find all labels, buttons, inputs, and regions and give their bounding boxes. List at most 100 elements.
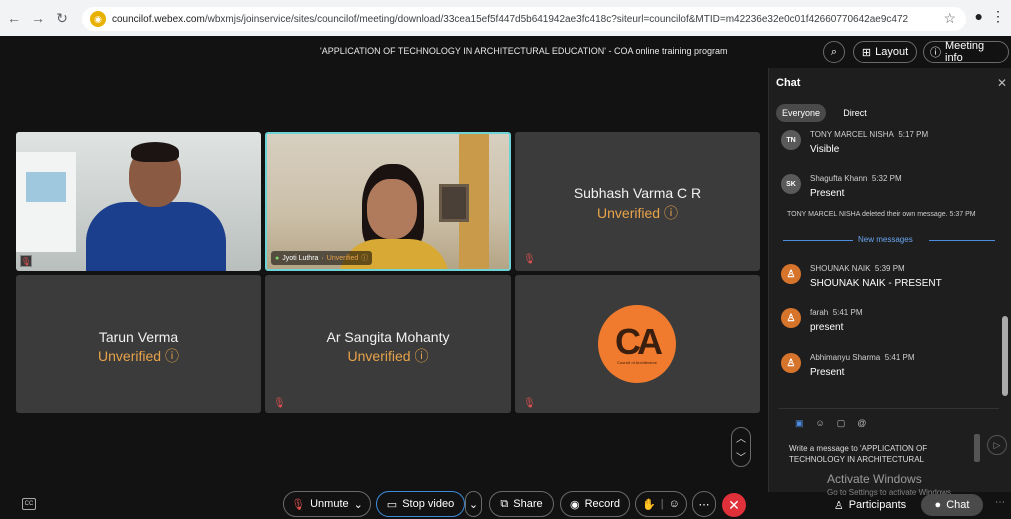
muted-mic-icon: 🎙: [523, 254, 536, 265]
info-shield-icon: ⓘ: [930, 47, 941, 59]
stop-video-button[interactable]: ▭ Stop video: [376, 491, 465, 517]
video-tile-coa[interactable]: CA Council of Architecture 🎙: [515, 275, 760, 413]
more-options-button[interactable]: ⋯: [692, 491, 716, 517]
composer-toolbar: ▣ ☺ ▢ @: [795, 418, 866, 429]
video-tile-jyoti[interactable]: ● Jyoti Luthra · Unverified ⓘ: [265, 132, 511, 271]
message-text: present: [810, 322, 844, 333]
mention-icon[interactable]: @: [857, 418, 866, 429]
share-label: Share: [513, 498, 543, 510]
format-text-icon[interactable]: ▣: [795, 418, 804, 429]
participant-hair: [131, 142, 179, 162]
tab-everyone[interactable]: Everyone: [776, 104, 826, 122]
close-icon[interactable]: ✕: [997, 76, 1007, 90]
unmute-button[interactable]: 🎙 Unmute ⌄: [283, 491, 371, 517]
avatar: SK: [781, 174, 801, 194]
back-icon[interactable]: ←: [4, 8, 24, 28]
participants-icon: ♙: [833, 499, 844, 512]
kebab-menu-icon[interactable]: ⋮: [991, 8, 1005, 25]
url-host: councilof.webex.com: [112, 13, 205, 25]
group-separator: |: [660, 498, 664, 510]
more-dots-icon[interactable]: ⋯: [995, 497, 1005, 508]
avatar: TN: [781, 130, 801, 150]
reaction-emoji-icon[interactable]: ☺: [669, 498, 680, 510]
help-icon: ⓘ: [361, 255, 369, 262]
emoji-icon[interactable]: ☺: [816, 418, 825, 429]
chat-title: Chat: [776, 77, 801, 89]
chevron-up-icon[interactable]: ︿: [736, 430, 746, 445]
video-options-button[interactable]: ⌄: [465, 491, 482, 517]
composer-scrollbar[interactable]: [974, 434, 980, 462]
message-sender: Shagufta Khann: [810, 174, 868, 183]
video-tile-sangita[interactable]: Ar Sangita Mohanty Unverified ⓘ 🎙: [265, 275, 511, 413]
background-shelf: [16, 152, 76, 252]
message-text: SHOUNAK NAIK - PRESENT: [810, 278, 942, 289]
forward-icon[interactable]: →: [28, 8, 48, 28]
participant-face: [367, 179, 417, 239]
coa-logo-mark: CA: [615, 320, 663, 362]
scrollbar-thumb[interactable]: [1002, 316, 1008, 396]
participant-body: [86, 202, 226, 271]
share-button[interactable]: ⧉ Share: [489, 491, 554, 517]
help-icon: ⓘ: [414, 348, 429, 364]
tile-scroll-control[interactable]: ︿ ﹀: [731, 427, 751, 467]
status-text: Unverified: [347, 348, 411, 364]
chevron-down-icon[interactable]: ﹀: [736, 449, 746, 464]
muted-mic-icon: 🎙: [20, 255, 32, 267]
reload-icon[interactable]: ↻: [52, 8, 72, 28]
background-poster: [26, 172, 66, 202]
composer-divider: [779, 408, 999, 409]
participant-status: Unverified ⓘ: [515, 203, 760, 223]
participant-name-label: ● Jyoti Luthra · Unverified ⓘ: [271, 251, 373, 265]
video-tile-subhash[interactable]: Subhash Varma C R Unverified ⓘ 🎙: [515, 132, 760, 271]
closed-captions-icon[interactable]: CC: [22, 498, 36, 510]
raise-hand-icon[interactable]: ✋: [642, 498, 656, 511]
message-meta: TONY MARCEL NISHA 5:17 PM: [810, 130, 928, 139]
share-screen-icon: ⧉: [500, 497, 509, 510]
send-icon: ▷: [993, 439, 1001, 450]
muted-mic-icon: 🎙: [273, 398, 286, 409]
participants-button[interactable]: ♙ Participants: [828, 494, 912, 516]
layout-button[interactable]: ⊞ Layout: [853, 41, 917, 63]
help-icon: ⓘ: [663, 205, 678, 221]
more-dots-icon: ⋯: [698, 498, 710, 511]
attach-file-icon[interactable]: ▢: [837, 418, 846, 429]
chat-button[interactable]: ● Chat: [921, 494, 983, 516]
new-messages-label: New messages: [858, 235, 913, 244]
record-button[interactable]: ◉ Record: [560, 491, 630, 517]
profile-icon[interactable]: ●: [975, 8, 983, 25]
chat-label: Chat: [946, 499, 970, 511]
active-mic-icon: ●: [275, 254, 280, 262]
message-input[interactable]: Write a message to 'APPLICATION OF TECHN…: [789, 443, 969, 465]
url-text: councilof.webex.com/wbxmjs/joinservice/s…: [112, 14, 908, 25]
reactions-group[interactable]: ✋ | ☺: [635, 491, 687, 517]
participant-status: Unverified ⓘ: [16, 346, 261, 366]
status-text: Unverified: [597, 205, 661, 221]
coa-logo-sub: Council of Architecture: [616, 359, 658, 365]
divider-line: [783, 240, 853, 241]
coa-logo: CA Council of Architecture: [598, 305, 676, 383]
user-avatar-icon: ♙: [781, 264, 801, 284]
help-icon: ⓘ: [164, 348, 179, 364]
message-text: Visible: [810, 144, 840, 155]
record-label: Record: [584, 498, 621, 510]
status-text: Unverified: [98, 348, 162, 364]
chevron-down-icon: ⌄: [468, 498, 479, 511]
chevron-down-icon[interactable]: ⌄: [354, 498, 363, 511]
end-call-button[interactable]: ✕: [722, 493, 746, 517]
address-bar[interactable]: ◉ councilof.webex.com/wbxmjs/joinservice…: [82, 7, 966, 31]
tab-direct[interactable]: Direct: [837, 104, 873, 122]
video-tile-tarun[interactable]: Tarun Verma Unverified ⓘ: [16, 275, 261, 413]
site-info-icon[interactable]: ◉: [90, 11, 106, 27]
meeting-info-button[interactable]: ⓘ Meeting info: [923, 40, 1009, 64]
meeting-title: 'APPLICATION OF TECHNOLOGY IN ARCHITECTU…: [320, 46, 728, 56]
send-button[interactable]: ▷: [987, 435, 1007, 455]
message-meta: SHOUNAK NAIK 5:39 PM: [810, 264, 905, 273]
message-time: 5:41 PM: [832, 308, 863, 317]
chat-scrollbar[interactable]: [1002, 126, 1008, 406]
video-tile-presenter[interactable]: 🎙: [16, 132, 261, 271]
bookmark-star-icon[interactable]: ☆: [943, 10, 956, 27]
chrome-actions: ● ⋮: [975, 8, 1005, 25]
zoom-button[interactable]: ⌕: [823, 41, 845, 63]
camera-icon: ▭: [386, 498, 398, 511]
message-meta: Abhimanyu Sharma 5:41 PM: [810, 353, 915, 362]
